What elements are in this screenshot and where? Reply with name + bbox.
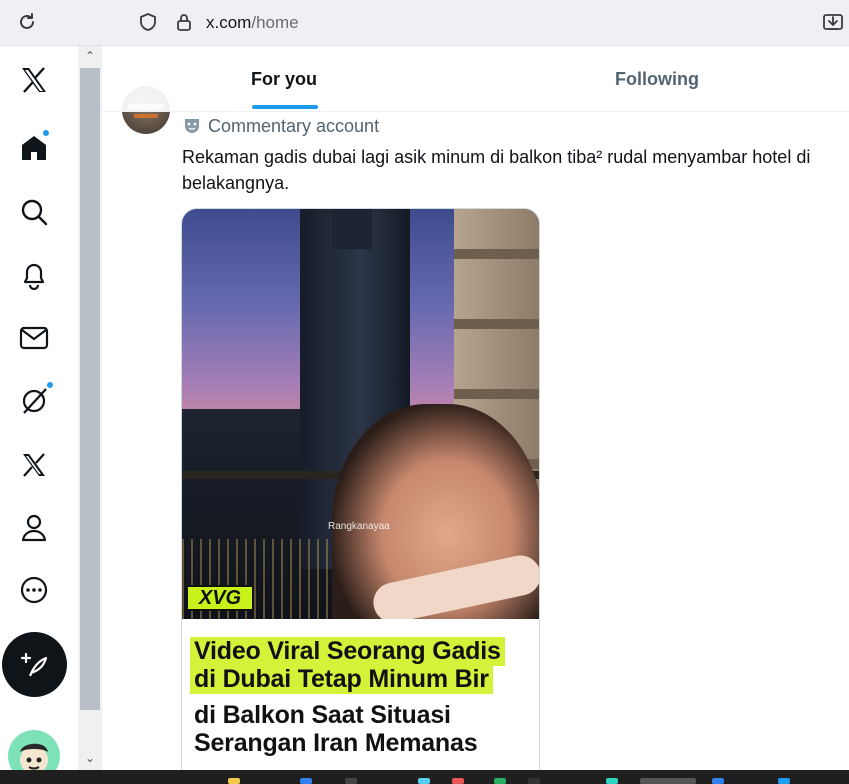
- url-path: /home: [251, 13, 299, 32]
- grok-notification-dot: [46, 381, 54, 389]
- grok-icon[interactable]: [12, 379, 56, 423]
- app-icon[interactable]: [606, 778, 618, 784]
- search-icon[interactable]: [12, 190, 56, 234]
- scrollbar[interactable]: ⌃ ⌄: [78, 46, 102, 770]
- active-tab-indicator: [252, 105, 318, 109]
- caption-line: Video Viral Seorang Gadis: [190, 637, 505, 666]
- caption-line: Serangan Iran Memanas: [194, 729, 478, 757]
- app-icon[interactable]: [345, 778, 357, 784]
- os-taskbar: [0, 770, 849, 784]
- home-icon[interactable]: [12, 126, 56, 170]
- caption-line: di Balkon Saat Situasi: [194, 701, 451, 729]
- video-skyscraper-spire: [332, 209, 372, 249]
- account-label-row: Commentary account: [182, 114, 379, 138]
- video-caption-card: Video Viral Seorang Gadis di Dubai Tetap…: [182, 619, 539, 770]
- app-icon[interactable]: [494, 778, 506, 784]
- tab-for-you[interactable]: For you: [214, 46, 354, 112]
- commentary-account-label[interactable]: Commentary account: [208, 116, 379, 137]
- post-text: Rekaman gadis dubai lagi asik minum di b…: [182, 147, 811, 193]
- address-bar[interactable]: x.com/home: [130, 4, 849, 40]
- profile-icon[interactable]: [12, 506, 56, 550]
- timeline-tabs: For you Following: [102, 46, 849, 112]
- download-icon[interactable]: [822, 11, 844, 38]
- browser-toolbar: x.com/home: [0, 0, 849, 46]
- feather-plus-icon: [20, 652, 47, 676]
- folder-icon[interactable]: [228, 778, 240, 784]
- url-host: x.com: [206, 13, 252, 32]
- video-watermark: Rangkanayaa: [328, 521, 390, 532]
- app-icon[interactable]: [712, 778, 724, 784]
- balcony-rail: [454, 319, 539, 329]
- lock-icon[interactable]: [175, 12, 193, 37]
- scroll-thumb[interactable]: [80, 68, 100, 710]
- balcony-rail: [454, 389, 539, 399]
- app-icon[interactable]: [418, 778, 430, 784]
- balcony-rail: [454, 249, 539, 259]
- more-icon[interactable]: [12, 568, 56, 612]
- x-logo-icon[interactable]: [12, 58, 56, 102]
- avatar-logo-band: [134, 114, 158, 118]
- reload-icon[interactable]: [14, 9, 40, 35]
- url-text[interactable]: x.com/home: [206, 13, 299, 33]
- scroll-down-arrow-icon[interactable]: ⌄: [82, 750, 98, 766]
- xvg-badge: XVG: [186, 585, 254, 611]
- edge-icon[interactable]: [300, 778, 312, 784]
- app-icon[interactable]: [452, 778, 464, 784]
- sidebar-nav: [0, 46, 78, 782]
- notifications-icon[interactable]: [12, 253, 56, 297]
- tab-following[interactable]: Following: [577, 46, 737, 112]
- post-video[interactable]: Rangkanayaa XVG Video Viral Seorang Gadi…: [181, 208, 540, 770]
- app-icon[interactable]: [778, 778, 790, 784]
- messages-icon[interactable]: [12, 316, 56, 360]
- compose-post-button[interactable]: [2, 632, 67, 697]
- caption-line: di Dubai Tetap Minum Bir: [190, 665, 493, 694]
- active-window-icon[interactable]: [640, 778, 696, 784]
- shield-icon[interactable]: [138, 12, 158, 37]
- theater-mask-icon: [185, 119, 199, 133]
- app-icon[interactable]: [528, 778, 540, 784]
- home-notification-dot: [42, 129, 50, 137]
- scroll-up-arrow-icon[interactable]: ⌃: [82, 48, 98, 64]
- premium-x-icon[interactable]: [12, 443, 56, 487]
- timeline: For you Following Commentary account Rek…: [102, 46, 849, 770]
